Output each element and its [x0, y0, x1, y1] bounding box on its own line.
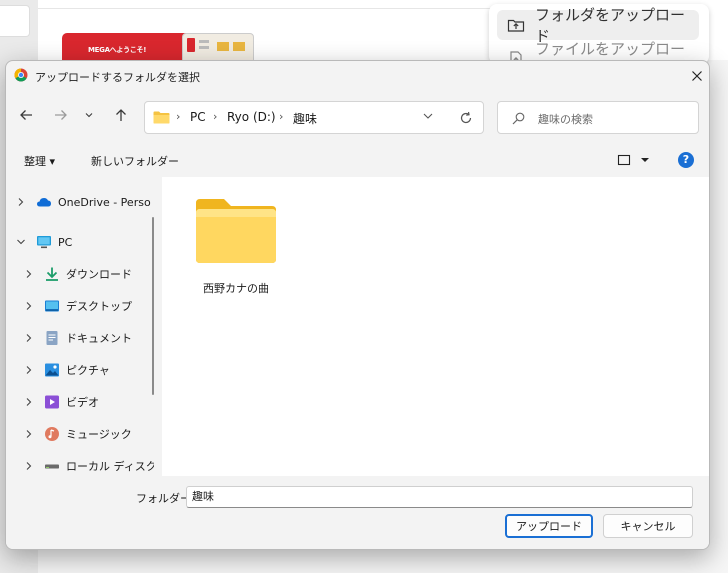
file-item[interactable]: 西野カナの曲 [186, 193, 286, 303]
nav-item-label: ミュージック [66, 428, 132, 441]
navigation-bar: › PC › Ryo (D:) › 趣味 趣味の検索 [6, 99, 709, 135]
documents-icon [46, 331, 58, 345]
app-sidebar-card [0, 5, 30, 37]
promo-banner[interactable]: MEGAへようこそ! [62, 33, 254, 63]
breadcrumb-current[interactable]: 趣味 [293, 110, 317, 127]
nav-item-label: ピクチャ [66, 364, 110, 377]
chevron-down-icon[interactable] [16, 237, 26, 247]
close-button[interactable] [683, 61, 709, 91]
folder-icon [153, 111, 170, 124]
file-item-label: 西野カナの曲 [203, 282, 269, 295]
nav-item-label: ビデオ [66, 396, 99, 409]
folder-picker-dialog: アップロードするフォルダを選択 › PC › Ryo (D:) › 趣味 趣味の… [5, 60, 710, 550]
breadcrumb-separator: › [213, 110, 218, 123]
nav-item-label: OneDrive - Perso [58, 195, 151, 209]
chevron-right-icon[interactable] [24, 301, 34, 311]
nav-item-music[interactable]: ミュージック [6, 421, 154, 447]
nav-pane-scrollbar[interactable] [152, 217, 154, 395]
nav-item-documents[interactable]: ドキュメント [6, 325, 154, 351]
search-box[interactable]: 趣味の検索 [497, 101, 699, 134]
nav-item-label: PC [58, 235, 73, 249]
dialog-footer: フォルダー: 趣味 アップロード キャンセル [6, 476, 709, 549]
promo-banner-red: MEGAへようこそ! [62, 33, 187, 63]
forward-button[interactable] [49, 103, 73, 127]
organize-button[interactable]: 整理 ▾ [24, 153, 55, 169]
nav-item-label: ドキュメント [66, 332, 132, 345]
pictures-icon [45, 363, 59, 377]
nav-item-pictures[interactable]: ピクチャ [6, 357, 154, 383]
menu-upload-folder[interactable]: フォルダをアップロード [497, 6, 699, 45]
onedrive-icon [37, 198, 51, 207]
cancel-button[interactable]: キャンセル [603, 514, 693, 538]
address-dropdown-icon[interactable] [423, 112, 433, 120]
address-bar[interactable]: › PC › Ryo (D:) › 趣味 [144, 101, 484, 134]
videos-icon [45, 395, 59, 409]
folder-name-input[interactable]: 趣味 [186, 486, 693, 508]
nav-item-pc[interactable]: PC [6, 229, 154, 255]
view-icon [617, 154, 649, 166]
recent-locations-button[interactable] [80, 103, 98, 127]
chevron-down-icon [85, 113, 93, 118]
dialog-title: アップロードするフォルダを選択 [35, 71, 200, 84]
breadcrumb-separator: › [176, 110, 181, 123]
chevron-right-icon[interactable] [24, 429, 34, 439]
chevron-right-icon[interactable] [24, 461, 34, 471]
nav-item-downloads[interactable]: ダウンロード [6, 261, 154, 287]
pc-icon [37, 236, 51, 249]
nav-item-onedrive[interactable]: OneDrive - Perso [6, 189, 154, 215]
search-placeholder: 趣味の検索 [538, 113, 593, 126]
navigation-pane: OneDrive - Perso PC ダウンロード デスクトップ ドキュメント… [6, 177, 154, 477]
desktop-icon [45, 300, 59, 312]
nav-item-label: ローカル ディスク ( [66, 460, 154, 473]
chevron-right-icon[interactable] [24, 269, 34, 279]
chrome-icon [14, 68, 28, 82]
nav-item-label: デスクトップ [66, 300, 132, 313]
arrow-left-icon [20, 110, 32, 120]
breadcrumb-drive[interactable]: Ryo (D:) [227, 110, 276, 124]
arrow-up-icon [116, 109, 126, 121]
chevron-right-icon[interactable] [24, 333, 34, 343]
app-divider [38, 8, 498, 9]
upload-folder-icon [507, 19, 525, 32]
up-button[interactable] [109, 103, 133, 127]
close-icon [692, 71, 702, 81]
arrow-right-icon [55, 110, 67, 120]
back-button[interactable] [14, 103, 38, 127]
help-button[interactable]: ? [678, 152, 694, 168]
chevron-right-icon[interactable] [24, 365, 34, 375]
nav-item-local-disk[interactable]: ローカル ディスク ( [6, 453, 154, 477]
upload-button[interactable]: アップロード [505, 514, 593, 538]
view-options-button[interactable] [617, 153, 653, 167]
nav-item-desktop[interactable]: デスクトップ [6, 293, 154, 319]
breadcrumb-separator: › [279, 110, 284, 123]
search-icon [512, 112, 525, 125]
drive-icon [45, 464, 59, 469]
chevron-right-icon[interactable] [24, 397, 34, 407]
nav-item-videos[interactable]: ビデオ [6, 389, 154, 415]
command-bar: 整理 ▾ 新しいフォルダー ? [6, 145, 709, 175]
chevron-right-icon[interactable] [16, 197, 26, 207]
promo-text: MEGAへようこそ! [88, 46, 147, 54]
breadcrumb-pc[interactable]: PC [190, 110, 206, 124]
music-icon [45, 427, 59, 441]
dialog-titlebar: アップロードするフォルダを選択 [6, 61, 709, 91]
upload-menu: フォルダをアップロード ファイルをアップロード [489, 4, 709, 64]
folder-icon [196, 199, 276, 263]
promo-thumbnail [182, 33, 254, 63]
new-folder-button[interactable]: 新しいフォルダー [91, 153, 179, 169]
refresh-icon[interactable] [459, 111, 473, 125]
nav-item-label: ダウンロード [66, 268, 132, 281]
file-list-area: 西野カナの曲 [162, 177, 709, 476]
download-icon [46, 267, 58, 281]
